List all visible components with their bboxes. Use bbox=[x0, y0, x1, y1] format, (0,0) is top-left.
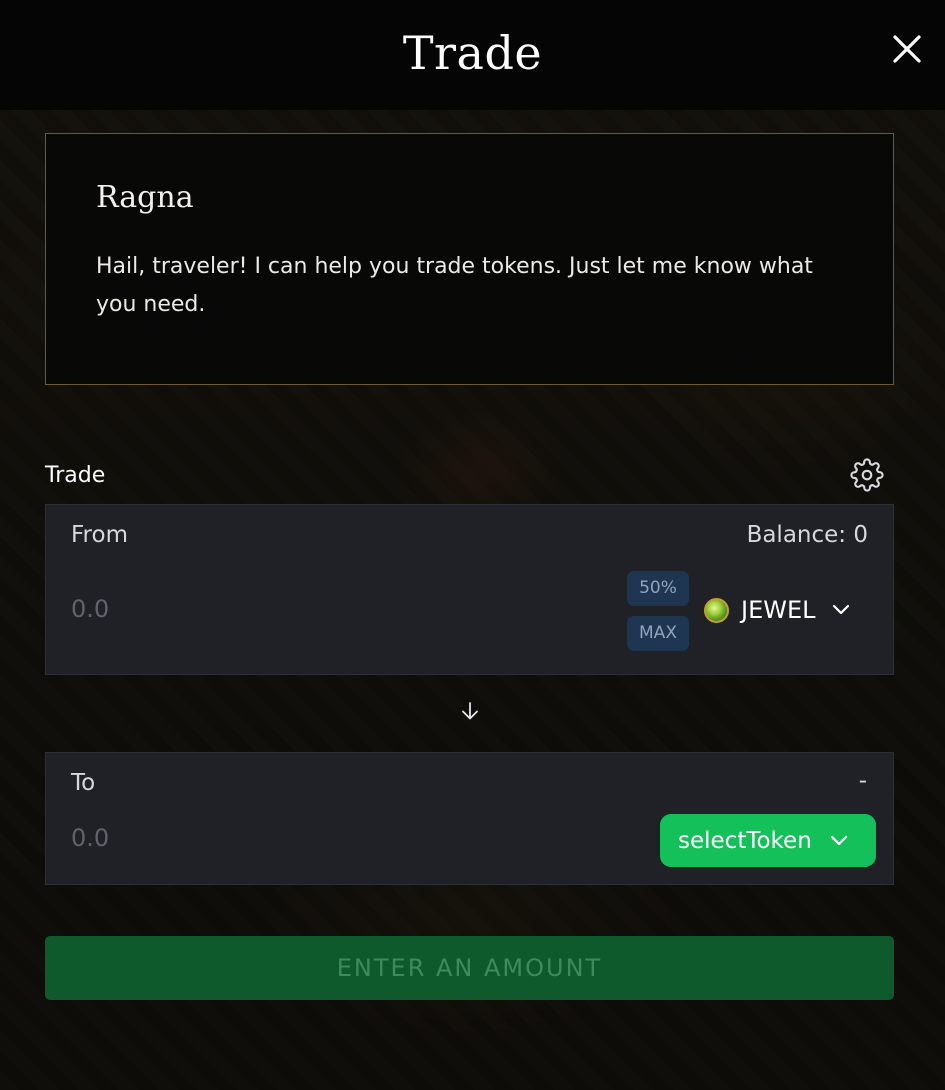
from-label: From bbox=[71, 522, 128, 548]
gear-icon[interactable] bbox=[850, 458, 884, 492]
npc-dialog: Ragna Hail, traveler! I can help you tra… bbox=[45, 133, 894, 385]
to-amount-input[interactable] bbox=[71, 818, 491, 858]
from-token-name: JEWEL bbox=[741, 596, 816, 624]
from-panel: From Balance: 0 50% MAX JEWEL bbox=[45, 504, 894, 675]
fifty-percent-button[interactable]: 50% bbox=[627, 571, 689, 606]
trade-modal: Trade Ragna Hail, traveler! I can help y… bbox=[0, 0, 945, 1090]
from-amount-input[interactable] bbox=[71, 589, 491, 629]
chevron-down-icon bbox=[832, 604, 849, 615]
jewel-token-icon bbox=[704, 597, 729, 623]
modal-title: Trade bbox=[402, 26, 543, 80]
close-icon[interactable] bbox=[888, 30, 926, 68]
max-button[interactable]: MAX bbox=[627, 616, 689, 651]
enter-amount-button[interactable]: ENTER AN AMOUNT bbox=[45, 936, 894, 1000]
to-balance: - bbox=[858, 768, 867, 794]
modal-header: Trade bbox=[0, 0, 945, 110]
arrow-down-icon[interactable] bbox=[459, 700, 481, 722]
to-label: To bbox=[71, 770, 96, 796]
select-token-button[interactable]: selectToken bbox=[660, 814, 876, 867]
select-token-label: selectToken bbox=[678, 827, 812, 854]
npc-name: Ragna bbox=[96, 180, 194, 215]
to-panel: To - selectToken bbox=[45, 752, 894, 885]
chevron-down-icon bbox=[830, 835, 847, 845]
from-token-select[interactable]: JEWEL bbox=[703, 591, 873, 629]
npc-message: Hail, traveler! I can help you trade tok… bbox=[96, 254, 813, 317]
from-balance: Balance: 0 bbox=[746, 522, 868, 548]
trade-section-label: Trade bbox=[45, 463, 106, 488]
